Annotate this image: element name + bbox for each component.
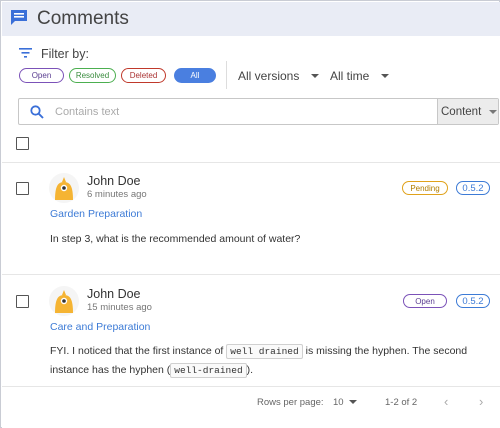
status-badge: Open	[403, 294, 447, 308]
comment-time: 6 minutes ago	[87, 189, 147, 200]
filter-label: Filter by:	[41, 47, 89, 61]
chevron-down-icon	[489, 109, 498, 114]
chevron-down-icon	[348, 400, 357, 405]
next-page-icon[interactable]: ›	[479, 394, 483, 409]
status-chips: Open Resolved Deleted All	[19, 68, 221, 83]
versions-dropdown-label: All versions	[238, 69, 300, 83]
author-name: John Doe	[87, 174, 141, 188]
chip-resolved[interactable]: Resolved	[69, 68, 116, 83]
comments-panel: Filter by: Open Resolved Deleted All All…	[2, 36, 500, 428]
rows-per-page-label: Rows per page:	[257, 397, 324, 408]
section-link[interactable]: Care and Preparation	[50, 321, 150, 333]
filter-divider	[226, 61, 227, 89]
divider	[2, 274, 500, 275]
comment-text: In step 3, what is the recommended amoun…	[50, 233, 301, 245]
comment-checkbox[interactable]	[16, 182, 29, 195]
search-scope-dropdown[interactable]: Content	[437, 99, 498, 124]
pagination-range: 1-2 of 2	[385, 397, 418, 408]
chevron-down-icon	[381, 74, 390, 78]
avatar	[49, 286, 79, 316]
select-all-checkbox[interactable]	[16, 137, 29, 150]
search-bar: Content	[18, 98, 499, 125]
comment-text-part: ).	[246, 364, 254, 376]
code-snippet: well-drained	[170, 363, 247, 378]
author-name: John Doe	[87, 287, 141, 301]
comment-text: FYI. I noticed that the first instance o…	[50, 342, 475, 380]
divider	[2, 162, 500, 163]
versions-dropdown[interactable]: All versions	[238, 69, 320, 83]
search-scope-label: Content	[441, 105, 482, 118]
page-title: Comments	[37, 8, 129, 29]
comments-window: Comments Filter by: Open Resolved Delete…	[0, 0, 500, 428]
prev-page-icon[interactable]: ‹	[444, 394, 448, 409]
chat-bubble-icon	[10, 9, 29, 29]
header-bar: Comments	[2, 2, 500, 36]
filter-icon[interactable]	[19, 47, 32, 61]
status-badge: Pending	[402, 181, 448, 195]
chip-all[interactable]: All	[174, 68, 216, 83]
comment-text-part: FYI. I noticed that the first instance o…	[50, 345, 224, 357]
filter-header: Filter by:	[19, 47, 89, 61]
chevron-down-icon	[311, 74, 320, 78]
time-dropdown-label: All time	[330, 69, 370, 83]
divider	[2, 386, 500, 387]
chip-open[interactable]: Open	[19, 68, 64, 83]
search-input[interactable]	[55, 99, 437, 124]
comment-checkbox[interactable]	[16, 295, 29, 308]
code-snippet: well drained	[226, 344, 303, 359]
rows-per-page-value: 10	[333, 397, 344, 408]
version-badge: 0.5.2	[456, 294, 490, 308]
avatar	[49, 173, 79, 203]
rows-per-page-select[interactable]: 10	[333, 397, 357, 408]
chip-deleted[interactable]: Deleted	[121, 68, 166, 83]
version-badge: 0.5.2	[456, 181, 490, 195]
time-dropdown[interactable]: All time	[330, 69, 390, 83]
comment-time: 15 minutes ago	[87, 302, 152, 313]
search-icon	[19, 99, 55, 124]
section-link[interactable]: Garden Preparation	[50, 208, 142, 220]
